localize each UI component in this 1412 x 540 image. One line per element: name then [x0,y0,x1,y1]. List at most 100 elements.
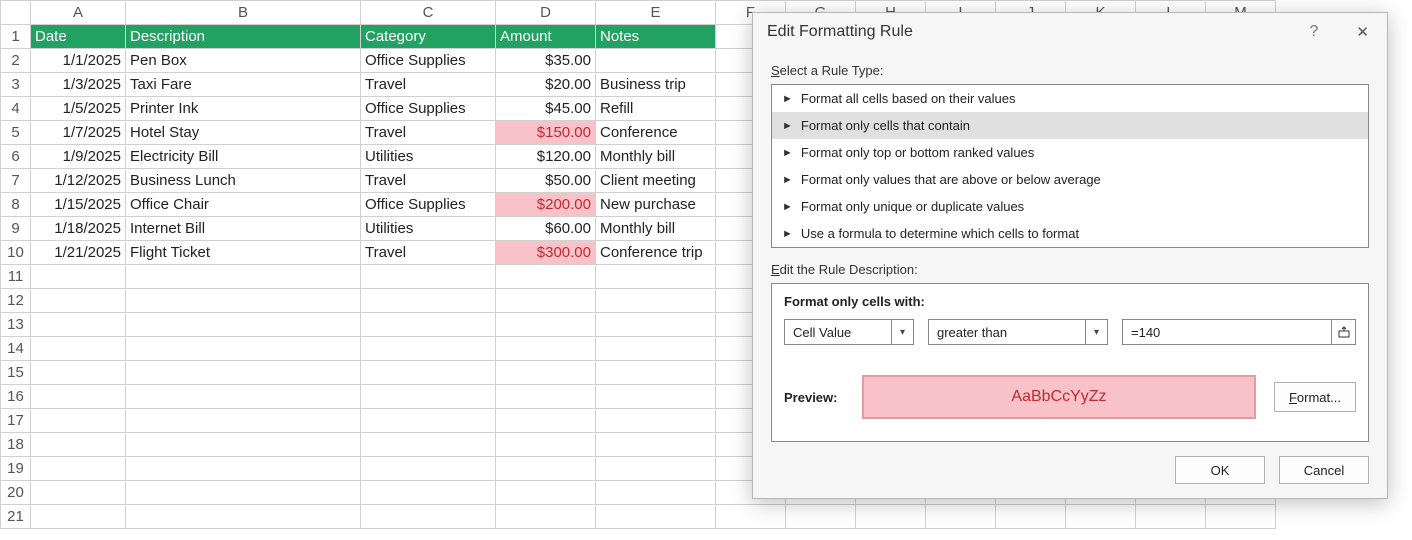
row-header[interactable]: 6 [1,145,31,169]
cell-category[interactable]: Office Supplies [361,97,496,121]
column-header[interactable]: D [496,1,596,25]
cell-description[interactable]: Office Chair [126,193,361,217]
cell-description[interactable]: Electricity Bill [126,145,361,169]
cell-notes[interactable]: Conference [596,121,716,145]
condition-operator-dropdown[interactable]: greater than ▾ [928,319,1108,345]
cell-category[interactable]: Travel [361,241,496,265]
row-header[interactable]: 14 [1,337,31,361]
cell-amount[interactable]: $200.00 [496,193,596,217]
cell-description[interactable]: Flight Ticket [126,241,361,265]
ok-button[interactable]: OK [1175,456,1265,484]
rule-type-label: Format all cells based on their values [801,91,1016,106]
help-icon[interactable]: ? [1310,23,1319,41]
row-header[interactable]: 8 [1,193,31,217]
row-header[interactable]: 20 [1,481,31,505]
close-icon[interactable]: ✕ [1348,21,1377,43]
cell-amount[interactable]: $150.00 [496,121,596,145]
rule-type-option[interactable]: ►Use a formula to determine which cells … [772,220,1368,247]
range-picker-icon[interactable] [1331,320,1355,344]
edit-formatting-rule-dialog: Edit Formatting Rule ? ✕ Select a Rule T… [752,12,1388,499]
cell-amount[interactable]: $50.00 [496,169,596,193]
table-header-cell[interactable]: Description [126,25,361,49]
cell-notes[interactable]: Refill [596,97,716,121]
cell-description[interactable]: Taxi Fare [126,73,361,97]
cell-notes[interactable]: Client meeting [596,169,716,193]
rule-type-option[interactable]: ►Format only top or bottom ranked values [772,139,1368,166]
format-button[interactable]: Format... [1274,382,1356,412]
rule-type-option[interactable]: ►Format only unique or duplicate values [772,193,1368,220]
row-header[interactable]: 1 [1,25,31,49]
cell-notes[interactable]: Conference trip [596,241,716,265]
table-header-cell[interactable]: Notes [596,25,716,49]
cell-date[interactable]: 1/12/2025 [31,169,126,193]
row-header[interactable]: 12 [1,289,31,313]
column-header[interactable]: C [361,1,496,25]
cell-amount[interactable]: $20.00 [496,73,596,97]
table-header-cell[interactable]: Category [361,25,496,49]
cancel-button[interactable]: Cancel [1279,456,1369,484]
preview-label: Preview: [784,390,844,405]
cell-notes[interactable]: New purchase [596,193,716,217]
cell-category[interactable]: Utilities [361,145,496,169]
cell-amount[interactable]: $60.00 [496,217,596,241]
row-header[interactable]: 2 [1,49,31,73]
cell-notes[interactable] [596,49,716,73]
cell-category[interactable]: Utilities [361,217,496,241]
cell-date[interactable]: 1/9/2025 [31,145,126,169]
rule-type-option[interactable]: ►Format only cells that contain [772,112,1368,139]
cell-description[interactable]: Printer Ink [126,97,361,121]
cell-notes[interactable]: Monthly bill [596,217,716,241]
cell-date[interactable]: 1/7/2025 [31,121,126,145]
row-header[interactable]: 4 [1,97,31,121]
row-header[interactable]: 19 [1,457,31,481]
cell-notes[interactable]: Business trip [596,73,716,97]
table-header-cell[interactable]: Amount [496,25,596,49]
table-header-cell[interactable]: Date [31,25,126,49]
cell-amount[interactable]: $120.00 [496,145,596,169]
chevron-down-icon: ▾ [1085,320,1107,344]
condition-value-text: =140 [1131,325,1160,340]
row-header[interactable]: 13 [1,313,31,337]
row-header[interactable]: 9 [1,217,31,241]
column-header[interactable]: A [31,1,126,25]
row-header[interactable]: 15 [1,361,31,385]
cell-date[interactable]: 1/3/2025 [31,73,126,97]
cell-category[interactable]: Travel [361,169,496,193]
row-header[interactable]: 7 [1,169,31,193]
cell-notes[interactable]: Monthly bill [596,145,716,169]
column-header[interactable]: E [596,1,716,25]
row-header[interactable]: 21 [1,505,31,529]
row-header[interactable]: 16 [1,385,31,409]
cell-category[interactable]: Travel [361,121,496,145]
cell-category[interactable]: Travel [361,73,496,97]
cell-description[interactable]: Internet Bill [126,217,361,241]
rule-type-option[interactable]: ►Format all cells based on their values [772,85,1368,112]
cell-description[interactable]: Pen Box [126,49,361,73]
condition-operator-value: greater than [937,325,1007,340]
cell-date[interactable]: 1/18/2025 [31,217,126,241]
cell-date[interactable]: 1/5/2025 [31,97,126,121]
row-header[interactable]: 17 [1,409,31,433]
condition-value-input[interactable]: =140 [1122,319,1356,345]
cell-description[interactable]: Hotel Stay [126,121,361,145]
condition-target-dropdown[interactable]: Cell Value ▾ [784,319,914,345]
row-header[interactable]: 5 [1,121,31,145]
row-header[interactable]: 3 [1,73,31,97]
row-header[interactable]: 18 [1,433,31,457]
cell-date[interactable]: 1/1/2025 [31,49,126,73]
cell-amount[interactable]: $45.00 [496,97,596,121]
column-header[interactable]: B [126,1,361,25]
cell-date[interactable]: 1/21/2025 [31,241,126,265]
cell-amount[interactable]: $35.00 [496,49,596,73]
rule-type-label: Format only unique or duplicate values [801,199,1024,214]
cell-category[interactable]: Office Supplies [361,193,496,217]
row-header[interactable]: 11 [1,265,31,289]
cell-category[interactable]: Office Supplies [361,49,496,73]
cell-amount[interactable]: $300.00 [496,241,596,265]
cell-date[interactable]: 1/15/2025 [31,193,126,217]
edit-rule-description-label: Edit the Rule Description: [771,262,1369,277]
rule-type-list[interactable]: ►Format all cells based on their values►… [771,84,1369,248]
row-header[interactable]: 10 [1,241,31,265]
rule-type-option[interactable]: ►Format only values that are above or be… [772,166,1368,193]
cell-description[interactable]: Business Lunch [126,169,361,193]
